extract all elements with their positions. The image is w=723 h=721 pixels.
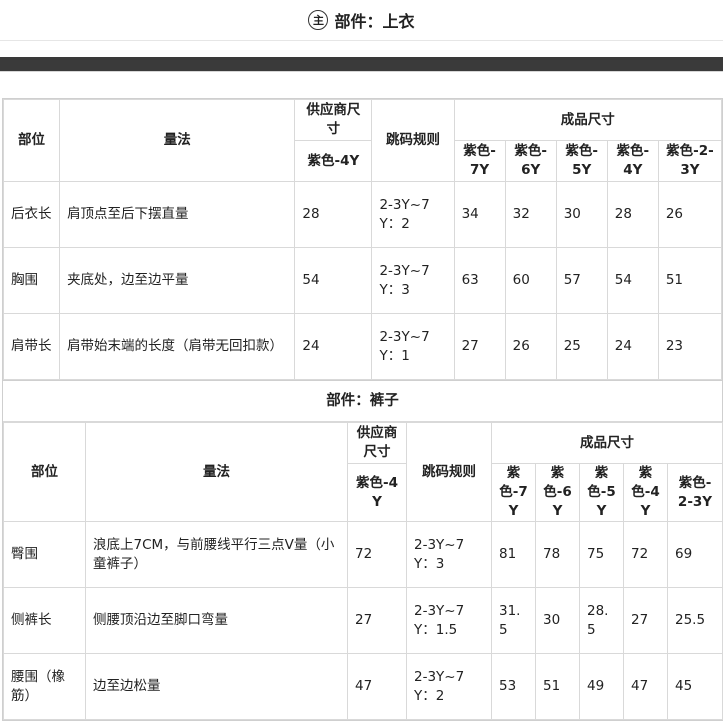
cell-size-value: 51 xyxy=(657,247,723,314)
cell-method: 肩顶点至后下摆直量 xyxy=(59,181,296,248)
cell-rule: 2-3Y~7Y：3 xyxy=(371,247,455,314)
cell-method: 浪底上7CM，与前腰线平行三点V量（小童裤子） xyxy=(85,521,348,588)
cell-size-value: 78 xyxy=(535,521,580,588)
col-header-size: 紫色-6Y xyxy=(535,463,580,522)
cell-size-value: 26 xyxy=(657,181,723,248)
col-header-size: 紫色-7Y xyxy=(453,140,506,182)
cell-part: 后衣长 xyxy=(2,181,61,248)
cell-rule: 2-3Y~7Y：2 xyxy=(371,181,455,248)
cell-method: 夹底处，边至边平量 xyxy=(59,247,296,314)
page-header: 主 部件：上衣 xyxy=(0,0,723,41)
col-header-supplier-size: 紫色-4Y xyxy=(347,463,407,522)
table-row: 胸围 夹底处，边至边平量 54 2-3Y~7Y：3 63 60 57 54 51 xyxy=(2,247,723,314)
cell-size-value: 34 xyxy=(453,181,506,248)
cell-size-value: 54 xyxy=(606,247,659,314)
cell-size-value: 51 xyxy=(535,653,580,720)
cell-size-value: 28 xyxy=(606,181,659,248)
col-header-finished: 成品尺寸 xyxy=(490,422,723,464)
main-badge-icon: 主 xyxy=(308,10,329,30)
cell-supplier: 28 xyxy=(294,181,373,248)
top-size-table-frame: 部位 量法 供应商尺寸 跳码规则 成品尺寸 紫色-4Y 紫色-7Y 紫色-6Y … xyxy=(2,98,723,381)
col-header-method: 量法 xyxy=(85,422,348,522)
cell-size-value: 31.5 xyxy=(491,587,536,654)
cell-size-value: 63 xyxy=(453,247,506,314)
col-header-supplier: 供应商尺寸 xyxy=(294,99,373,141)
col-header-size: 紫色-2-3Y xyxy=(657,140,723,182)
col-header-supplier: 供应商尺寸 xyxy=(347,422,407,464)
table-row: 臀围 浪底上7CM，与前腰线平行三点V量（小童裤子） 72 2-3Y~7Y：3 … xyxy=(3,521,723,588)
cell-method: 肩带始末端的长度（肩带无回扣款） xyxy=(59,313,296,380)
cell-size-value: 25 xyxy=(555,313,608,380)
cell-part: 腰围（橡筋） xyxy=(3,653,86,720)
col-header-rule: 跳码规则 xyxy=(371,99,455,182)
cell-size-value: 81 xyxy=(491,521,536,588)
col-header-rule: 跳码规则 xyxy=(406,422,492,522)
cell-rule: 2-3Y~7Y：1 xyxy=(371,313,455,380)
cell-rule: 2-3Y~7Y：3 xyxy=(406,521,492,588)
section-title-pants: 部件：裤子 xyxy=(3,381,722,422)
cell-size-value: 27 xyxy=(623,587,668,654)
col-header-size: 紫色-4Y xyxy=(606,140,659,182)
table-row: 腰围（橡筋） 边至边松量 47 2-3Y~7Y：2 53 51 49 47 45 xyxy=(3,653,723,720)
cell-part: 胸围 xyxy=(2,247,61,314)
cell-method: 侧腰顶沿边至脚口弯量 xyxy=(85,587,348,654)
table-row: 后衣长 肩顶点至后下摆直量 28 2-3Y~7Y：2 34 32 30 28 2… xyxy=(2,181,723,248)
col-header-size: 紫色-5Y xyxy=(555,140,608,182)
cell-size-value: 57 xyxy=(555,247,608,314)
col-header-size: 紫色-5Y xyxy=(579,463,624,522)
cell-size-value: 47 xyxy=(623,653,668,720)
col-header-part: 部位 xyxy=(3,422,86,522)
table-row: 肩带长 肩带始末端的长度（肩带无回扣款） 24 2-3Y~7Y：1 27 26 … xyxy=(2,313,723,380)
col-header-size: 紫色-7Y xyxy=(491,463,536,522)
cell-supplier: 47 xyxy=(347,653,407,720)
pants-size-table-frame: 部件：裤子 部位 量法 供应商尺寸 跳码规则 成品尺寸 紫色-4Y 紫色-7Y … xyxy=(2,380,723,721)
col-header-size: 紫色-6Y xyxy=(504,140,557,182)
cell-size-value: 26 xyxy=(504,313,557,380)
top-size-table: 部位 量法 供应商尺寸 跳码规则 成品尺寸 紫色-4Y 紫色-7Y 紫色-6Y … xyxy=(2,99,723,380)
cell-size-value: 75 xyxy=(579,521,624,588)
cell-size-value: 28.5 xyxy=(579,587,624,654)
col-header-method: 量法 xyxy=(59,99,296,182)
cell-method: 边至边松量 xyxy=(85,653,348,720)
cell-size-value: 32 xyxy=(504,181,557,248)
cell-size-value: 23 xyxy=(657,313,723,380)
col-header-part: 部位 xyxy=(2,99,61,182)
cell-rule: 2-3Y~7Y：1.5 xyxy=(406,587,492,654)
cell-size-value: 24 xyxy=(606,313,659,380)
cell-size-value: 25.5 xyxy=(666,587,723,654)
header-title-group: 主 部件：上衣 xyxy=(308,8,415,32)
col-header-finished: 成品尺寸 xyxy=(453,99,723,141)
cell-size-value: 27 xyxy=(453,313,506,380)
col-header-supplier-size: 紫色-4Y xyxy=(294,140,373,182)
page-title: 部件：上衣 xyxy=(334,12,415,31)
cell-part: 臀围 xyxy=(3,521,86,588)
cell-size-value: 30 xyxy=(535,587,580,654)
cell-rule: 2-3Y~7Y：2 xyxy=(406,653,492,720)
pants-size-table: 部位 量法 供应商尺寸 跳码规则 成品尺寸 紫色-4Y 紫色-7Y 紫色-6Y … xyxy=(3,422,723,720)
cell-size-value: 49 xyxy=(579,653,624,720)
cell-size-value: 30 xyxy=(555,181,608,248)
cell-supplier: 24 xyxy=(294,313,373,380)
cell-part: 肩带长 xyxy=(2,313,61,380)
divider-line xyxy=(0,71,723,72)
cell-size-value: 72 xyxy=(623,521,668,588)
cell-part: 侧裤长 xyxy=(3,587,86,654)
divider-bar xyxy=(0,57,723,71)
cell-supplier: 27 xyxy=(347,587,407,654)
cell-supplier: 72 xyxy=(347,521,407,588)
col-header-size: 紫色-2-3Y xyxy=(666,463,723,522)
cell-size-value: 45 xyxy=(666,653,723,720)
cell-size-value: 53 xyxy=(491,653,536,720)
cell-size-value: 60 xyxy=(504,247,557,314)
cell-supplier: 54 xyxy=(294,247,373,314)
cell-size-value: 69 xyxy=(666,521,723,588)
col-header-size: 紫色-4Y xyxy=(623,463,668,522)
table-row: 侧裤长 侧腰顶沿边至脚口弯量 27 2-3Y~7Y：1.5 31.5 30 28… xyxy=(3,587,723,654)
